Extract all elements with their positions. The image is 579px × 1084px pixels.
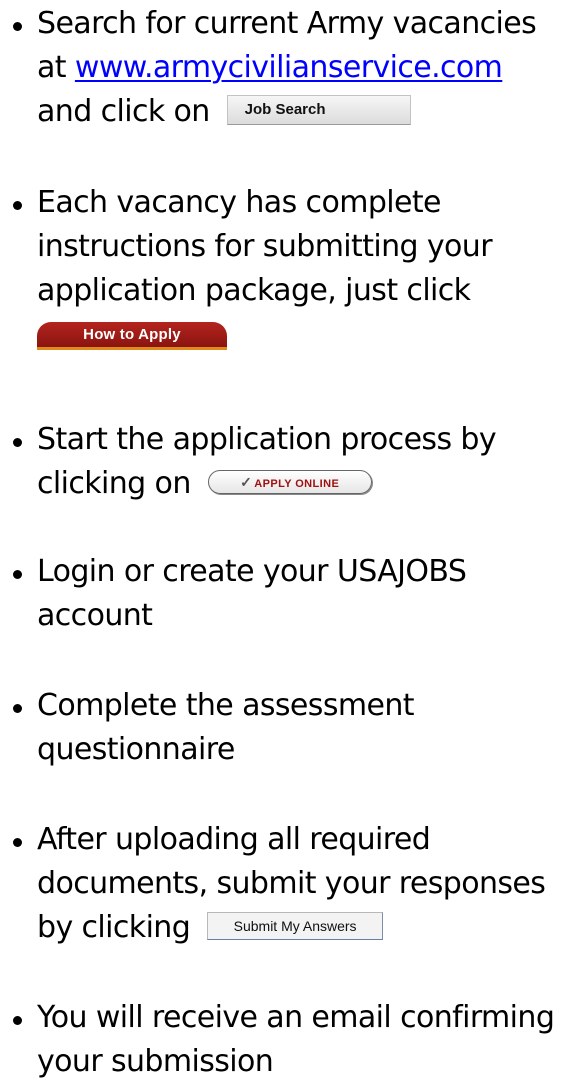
step-2-line-1: Each vacancy has complete (37, 185, 441, 220)
step-6-item: After uploading all required documents, … (13, 818, 573, 950)
step-5-item: Complete the assessment questionnaire (13, 684, 573, 772)
step-1-line-2-text: at (37, 50, 75, 85)
step-4-line-1: Login or create your USAJOBS (37, 554, 467, 589)
step-2-item: Each vacancy has complete instructions f… (13, 181, 573, 350)
step-5-line-2: questionnaire (37, 732, 235, 767)
step-5-line-1: Complete the assessment (37, 688, 415, 723)
instructions-page: Search for current Army vacancies at www… (0, 0, 579, 1084)
step-3-line-2-text: clicking on (37, 466, 200, 501)
step-1-line-3: and click on Job Search (13, 90, 573, 134)
step-6-line-3-text: by clicking (37, 910, 200, 945)
checkmark-icon: ✓ (240, 473, 253, 490)
step-1-item: Search for current Army vacancies at www… (13, 2, 573, 134)
step-6-line-3: by clicking Submit My Answers (13, 906, 573, 950)
step-1-line-1: Search for current Army vacancies (37, 6, 537, 41)
army-civilian-service-link[interactable]: www.armycivilianservice.com (75, 50, 503, 85)
step-3-line-1: Start the application process by (37, 422, 497, 457)
step-3-line-2: clicking on ✓ APPLY ONLINE (13, 462, 573, 506)
apply-online-button[interactable]: ✓ APPLY ONLINE (207, 469, 372, 494)
step-7-line-2: your submission (37, 1044, 274, 1079)
step-3-item: Start the application process by clickin… (13, 418, 573, 506)
how-to-apply-button[interactable]: How to Apply (37, 321, 227, 350)
step-1-line-3-text: and click on (37, 94, 219, 129)
apply-online-label: APPLY ONLINE (254, 477, 340, 490)
step-4-item: Login or create your USAJOBS account (13, 550, 573, 638)
step-1-line-2: at www.armycivilianservice.com (13, 46, 573, 90)
submit-my-answers-button[interactable]: Submit My Answers (207, 911, 384, 940)
step-7-line-1: You will receive an email confirming (37, 1000, 555, 1035)
step-7-item: You will receive an email confirming you… (13, 996, 573, 1084)
step-6-line-2: documents, submit your responses (37, 866, 546, 901)
step-4-line-2: account (37, 598, 153, 633)
step-2-line-2: instructions for submitting your (37, 229, 493, 264)
step-2-line-4: How to Apply (13, 313, 573, 350)
job-search-button[interactable]: Job Search (226, 94, 411, 125)
step-6-line-1: After uploading all required (37, 822, 431, 857)
step-2-line-3: application package, just click (37, 273, 471, 308)
